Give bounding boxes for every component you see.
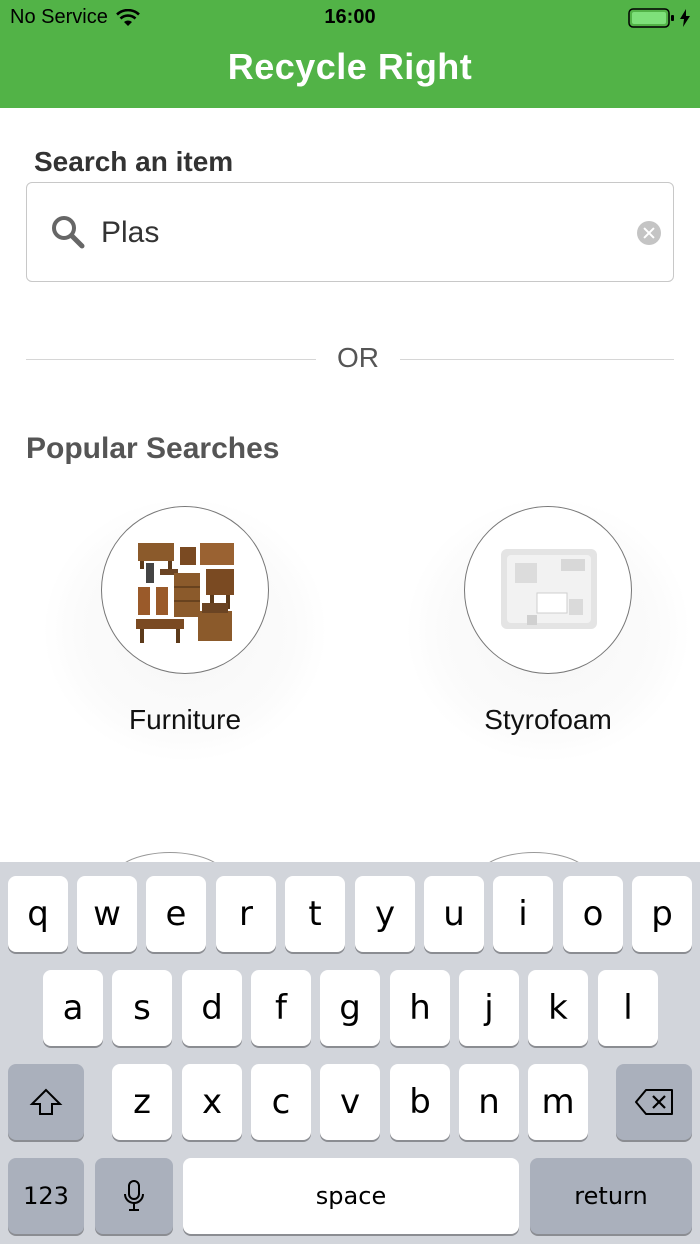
- key-w[interactable]: w: [77, 876, 137, 952]
- key-z[interactable]: z: [112, 1064, 172, 1140]
- key-y[interactable]: y: [355, 876, 415, 952]
- divider-line-right: [400, 359, 674, 360]
- search-label: Search an item: [34, 146, 234, 177]
- popular-item-label: Furniture: [128, 704, 242, 735]
- popular-searches-title: Popular Searches: [26, 432, 280, 465]
- status-bar: No Service 16:00: [0, 0, 700, 36]
- key-a[interactable]: a: [43, 970, 103, 1046]
- or-divider-label: OR: [337, 342, 379, 373]
- key-o[interactable]: o: [563, 876, 623, 952]
- key-n[interactable]: n: [459, 1064, 519, 1140]
- key-k[interactable]: k: [528, 970, 588, 1046]
- space-key[interactable]: space: [183, 1158, 519, 1234]
- search-box[interactable]: [26, 182, 674, 282]
- clear-search-button[interactable]: [637, 221, 661, 245]
- key-s[interactable]: s: [112, 970, 172, 1046]
- popular-item-styrofoam[interactable]: Styrofoam: [398, 500, 698, 760]
- numbers-key[interactable]: 123: [8, 1158, 84, 1234]
- key-x[interactable]: x: [182, 1064, 242, 1140]
- styrofoam-icon: [464, 506, 632, 674]
- furniture-icon: [101, 506, 269, 674]
- divider-line-left: [26, 359, 316, 360]
- key-c[interactable]: c: [251, 1064, 311, 1140]
- key-t[interactable]: t: [285, 876, 345, 952]
- key-i[interactable]: i: [493, 876, 553, 952]
- key-p[interactable]: p: [632, 876, 692, 952]
- key-l[interactable]: l: [598, 970, 658, 1046]
- app-header: No Service 16:00 Recycle Right: [0, 0, 700, 108]
- status-time: 16:00: [324, 6, 376, 28]
- shift-icon: [29, 1088, 63, 1115]
- key-u[interactable]: u: [424, 876, 484, 952]
- on-screen-keyboard: q w e r t y u i o p a s d f g h j k l z …: [0, 862, 700, 1244]
- charging-icon: [680, 9, 690, 27]
- key-h[interactable]: h: [390, 970, 450, 1046]
- key-d[interactable]: d: [182, 970, 242, 1046]
- key-v[interactable]: v: [320, 1064, 380, 1140]
- key-g[interactable]: g: [320, 970, 380, 1046]
- battery-icon: [628, 8, 690, 28]
- key-q[interactable]: q: [8, 876, 68, 952]
- dictation-key[interactable]: [95, 1158, 173, 1234]
- search-icon: [52, 216, 85, 249]
- key-e[interactable]: e: [146, 876, 206, 952]
- search-input[interactable]: [101, 209, 621, 257]
- popular-item-label: Styrofoam: [484, 704, 612, 735]
- backspace-key[interactable]: [616, 1064, 692, 1140]
- microphone-icon: [124, 1180, 144, 1211]
- key-r[interactable]: r: [216, 876, 276, 952]
- popular-item-furniture[interactable]: Furniture: [35, 500, 335, 760]
- page-title: Recycle Right: [227, 46, 473, 87]
- key-f[interactable]: f: [251, 970, 311, 1046]
- shift-key[interactable]: [8, 1064, 84, 1140]
- key-m[interactable]: m: [528, 1064, 588, 1140]
- key-j[interactable]: j: [459, 970, 519, 1046]
- backspace-icon: [635, 1089, 673, 1115]
- return-key[interactable]: return: [530, 1158, 692, 1234]
- key-b[interactable]: b: [390, 1064, 450, 1140]
